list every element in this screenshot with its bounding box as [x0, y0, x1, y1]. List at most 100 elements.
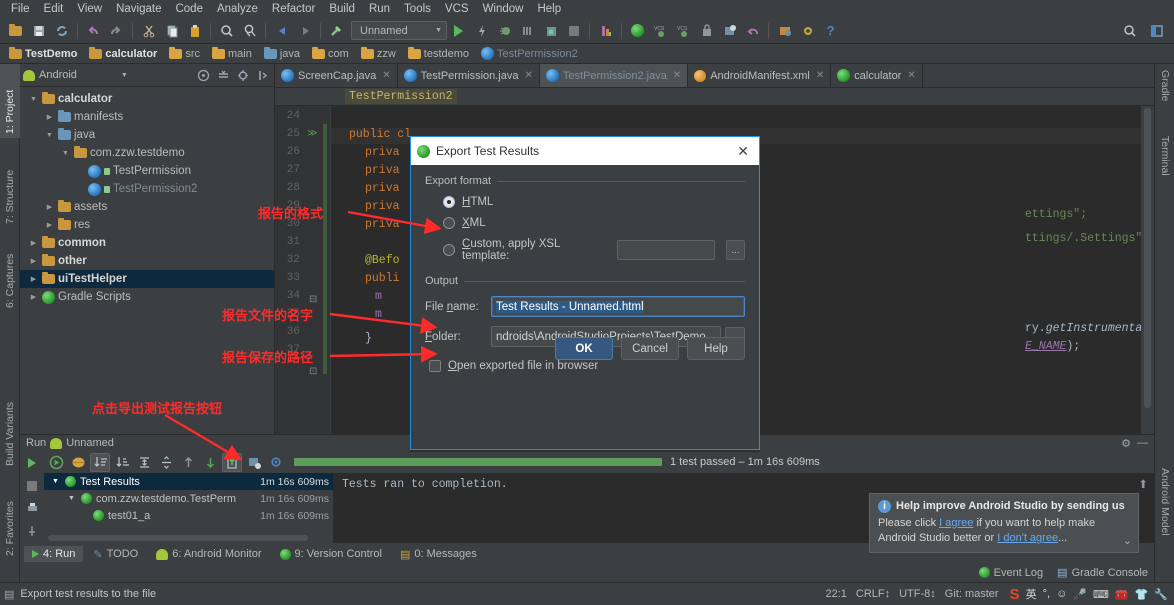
- settings-gear-icon[interactable]: [235, 67, 251, 83]
- export-test-results-dialog[interactable]: Export Test Results ✕ Export format HTML…: [410, 136, 760, 450]
- sidebar-item-captures[interactable]: 6: Captures: [0, 236, 20, 312]
- line-separator[interactable]: CRLF↕: [856, 588, 890, 600]
- tree-item-res[interactable]: ▶ res: [20, 216, 274, 234]
- export-test-results-icon[interactable]: [222, 452, 242, 472]
- help-button[interactable]: Help: [687, 337, 745, 360]
- voice-icon[interactable]: 🎤: [1073, 588, 1087, 601]
- fold-marker-icon[interactable]: ⊡: [309, 366, 317, 377]
- test-tree-row-class[interactable]: ▼ com.zzw.testdemo.TestPerm 1m 16s 609ms: [44, 490, 333, 507]
- menu-item-code[interactable]: Code: [168, 2, 210, 16]
- radio-button[interactable]: [443, 196, 455, 208]
- fold-marker-icon[interactable]: ⊟: [309, 294, 317, 305]
- run-with-coverage-icon[interactable]: [517, 20, 538, 41]
- event-log-button[interactable]: Event Log: [978, 567, 1043, 579]
- collapse-all-icon[interactable]: [156, 453, 176, 472]
- vcs-update-icon[interactable]: VCS: [650, 20, 671, 41]
- radio-button[interactable]: [443, 244, 455, 256]
- revert-icon[interactable]: [742, 20, 763, 41]
- expand-all-icon[interactable]: [134, 453, 154, 472]
- twisty-icon[interactable]: ▼: [44, 132, 55, 139]
- menu-item-analyze[interactable]: Analyze: [210, 2, 265, 16]
- sogou-icon[interactable]: S: [1010, 586, 1020, 603]
- tab-testpermission2-java[interactable]: TestPermission2.java ✕: [539, 64, 689, 87]
- menu-item-navigate[interactable]: Navigate: [109, 2, 168, 16]
- import-test-results-icon[interactable]: [244, 453, 264, 472]
- close-icon[interactable]: ✕: [816, 70, 824, 81]
- tab-run[interactable]: 4: Run: [24, 546, 84, 562]
- dont-agree-link[interactable]: I don't agree: [997, 532, 1058, 544]
- agree-link[interactable]: I agree: [939, 517, 973, 529]
- editor-breadcrumb-label[interactable]: TestPermission2: [345, 89, 457, 104]
- keyboard-icon[interactable]: ⌨: [1093, 588, 1109, 601]
- tab-todo[interactable]: ✎ TODO: [85, 546, 146, 563]
- toggle-auto-scroll-icon[interactable]: [90, 452, 110, 472]
- sort-alphabetically-icon[interactable]: [112, 453, 132, 472]
- tree-item-uitesthelper[interactable]: ▶ uiTestHelper: [20, 270, 274, 288]
- tab-calculator[interactable]: calculator ✕: [831, 64, 923, 87]
- sidebar-item-android-model[interactable]: Android Model: [1155, 464, 1174, 564]
- open-in-browser-row[interactable]: Open exported file in browser: [429, 360, 745, 372]
- tree-item-other[interactable]: ▶ other: [20, 252, 274, 270]
- project-view-selector[interactable]: Android: [39, 69, 77, 81]
- twisty-icon[interactable]: ▶: [44, 203, 55, 211]
- notification-balloon[interactable]: i Help improve Android Studio by sending…: [869, 493, 1139, 553]
- breadcrumb-item-testdemo-pkg[interactable]: testdemo: [403, 46, 474, 61]
- tree-item-manifests[interactable]: ▶ manifests: [20, 108, 274, 126]
- close-icon[interactable]: ✕: [733, 143, 753, 160]
- run-configuration-selector[interactable]: Unnamed ▼: [351, 21, 447, 40]
- stop-icon[interactable]: [563, 20, 584, 41]
- find-icon[interactable]: [216, 20, 237, 41]
- tree-item-testpermission[interactable]: TestPermission: [20, 162, 274, 180]
- search-everywhere-icon[interactable]: [1119, 20, 1140, 41]
- ok-button[interactable]: OK: [555, 337, 613, 360]
- radio-html[interactable]: HTML: [443, 196, 745, 208]
- attach-debugger-icon[interactable]: [540, 20, 561, 41]
- chevron-down-icon[interactable]: ▼: [121, 72, 128, 79]
- twisty-icon[interactable]: ▶: [28, 293, 39, 301]
- twisty-icon[interactable]: ▶: [44, 113, 55, 121]
- sidebar-item-structure[interactable]: 7: Structure: [0, 148, 20, 228]
- target-icon[interactable]: [195, 67, 211, 83]
- menu-item-run[interactable]: Run: [362, 2, 397, 16]
- sidebar-item-gradle[interactable]: Gradle: [1155, 66, 1174, 126]
- menu-item-build[interactable]: Build: [322, 2, 362, 16]
- file-name-input[interactable]: Test Results - Unnamed.html: [491, 296, 745, 317]
- replace-icon[interactable]: [239, 20, 260, 41]
- tab-messages[interactable]: ▤ 0: Messages: [392, 546, 485, 563]
- sync-icon[interactable]: [51, 20, 72, 41]
- tree-item-gradle-scripts[interactable]: ▶ Gradle Scripts: [20, 288, 274, 306]
- test-settings-gear-icon[interactable]: [266, 453, 286, 472]
- cancel-button[interactable]: Cancel: [621, 337, 679, 360]
- encoding-indicator[interactable]: UTF-8↕: [899, 588, 936, 600]
- close-icon[interactable]: ✕: [525, 70, 533, 81]
- avd-manager-icon[interactable]: [627, 20, 648, 41]
- punctuation-icon[interactable]: °,: [1043, 588, 1050, 600]
- stop-icon[interactable]: [22, 476, 42, 495]
- breadcrumb-item-src[interactable]: src: [164, 46, 205, 61]
- previous-failed-icon[interactable]: [178, 453, 198, 472]
- cut-icon[interactable]: [138, 20, 159, 41]
- menu-item-view[interactable]: View: [70, 2, 109, 16]
- hide-icon[interactable]: [255, 67, 271, 83]
- copy-icon[interactable]: [161, 20, 182, 41]
- sidebar-item-project[interactable]: 1: Project: [0, 64, 20, 138]
- close-icon[interactable]: ✕: [673, 70, 681, 81]
- settings-gear-icon[interactable]: [797, 20, 818, 41]
- tree-item-java[interactable]: ▼ java: [20, 126, 274, 144]
- emoji-icon[interactable]: ☺: [1056, 588, 1067, 600]
- scrollbar-thumb[interactable]: [1144, 108, 1151, 408]
- twisty-icon[interactable]: ▶: [28, 275, 39, 283]
- sidebar-item-terminal[interactable]: Terminal: [1155, 132, 1174, 198]
- xsl-template-input[interactable]: [616, 240, 716, 260]
- vcs-commit-icon[interactable]: VCS: [673, 20, 694, 41]
- back-icon[interactable]: [271, 20, 292, 41]
- tab-version-control[interactable]: 9: Version Control: [272, 546, 390, 562]
- menu-item-refactor[interactable]: Refactor: [265, 2, 322, 16]
- chevron-down-icon[interactable]: ⌄: [1123, 534, 1132, 547]
- tab-screencap-java[interactable]: ScreenCap.java ✕: [275, 64, 398, 87]
- close-icon[interactable]: ✕: [907, 70, 915, 81]
- rerun-icon[interactable]: [46, 453, 66, 472]
- help-icon[interactable]: ?: [820, 20, 841, 41]
- vcs-history-icon[interactable]: [696, 20, 717, 41]
- update-project-icon[interactable]: [719, 20, 740, 41]
